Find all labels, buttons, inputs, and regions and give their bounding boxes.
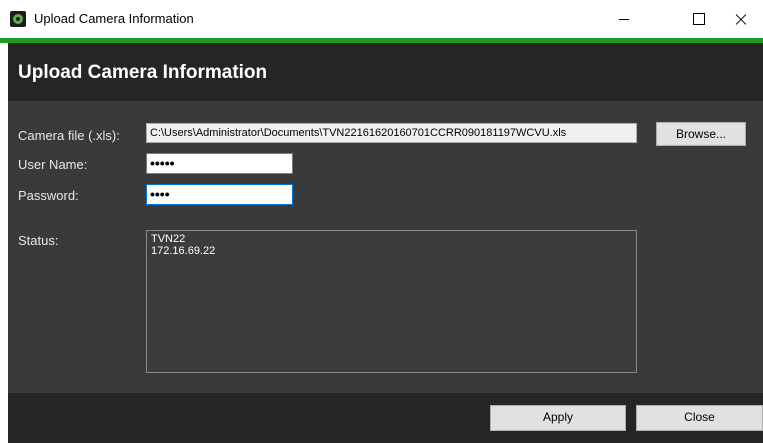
password-label: Password: bbox=[18, 188, 79, 203]
dialog-header: Upload Camera Information bbox=[8, 43, 763, 101]
minimize-button[interactable] bbox=[601, 0, 647, 38]
window-title: Upload Camera Information bbox=[34, 11, 194, 26]
status-line: 172.16.69.22 bbox=[151, 245, 216, 257]
camera-file-field[interactable]: C:\Users\Administrator\Documents\TVN2216… bbox=[146, 123, 637, 143]
maximize-button[interactable] bbox=[675, 0, 721, 38]
status-line: TVN22 bbox=[151, 233, 186, 245]
password-field[interactable]: •••• bbox=[146, 184, 293, 205]
username-label: User Name: bbox=[18, 157, 88, 172]
form-panel: Camera file (.xls): C:\Users\Administrat… bbox=[8, 101, 763, 393]
camera-app-icon bbox=[10, 11, 26, 27]
apply-button[interactable]: Apply bbox=[490, 405, 626, 431]
status-box[interactable]: TVN22 172.16.69.22 bbox=[146, 230, 637, 373]
title-bar: Upload Camera Information bbox=[0, 0, 763, 38]
username-field[interactable]: ••••• bbox=[146, 153, 293, 174]
dialog-title: Upload Camera Information bbox=[18, 62, 268, 83]
camera-file-label: Camera file (.xls): bbox=[18, 128, 120, 143]
browse-button[interactable]: Browse... bbox=[656, 122, 746, 146]
dialog-footer: Apply Close bbox=[8, 393, 763, 443]
window-close-button[interactable] bbox=[717, 0, 763, 38]
status-label: Status: bbox=[18, 233, 59, 248]
close-button[interactable]: Close bbox=[636, 405, 763, 431]
